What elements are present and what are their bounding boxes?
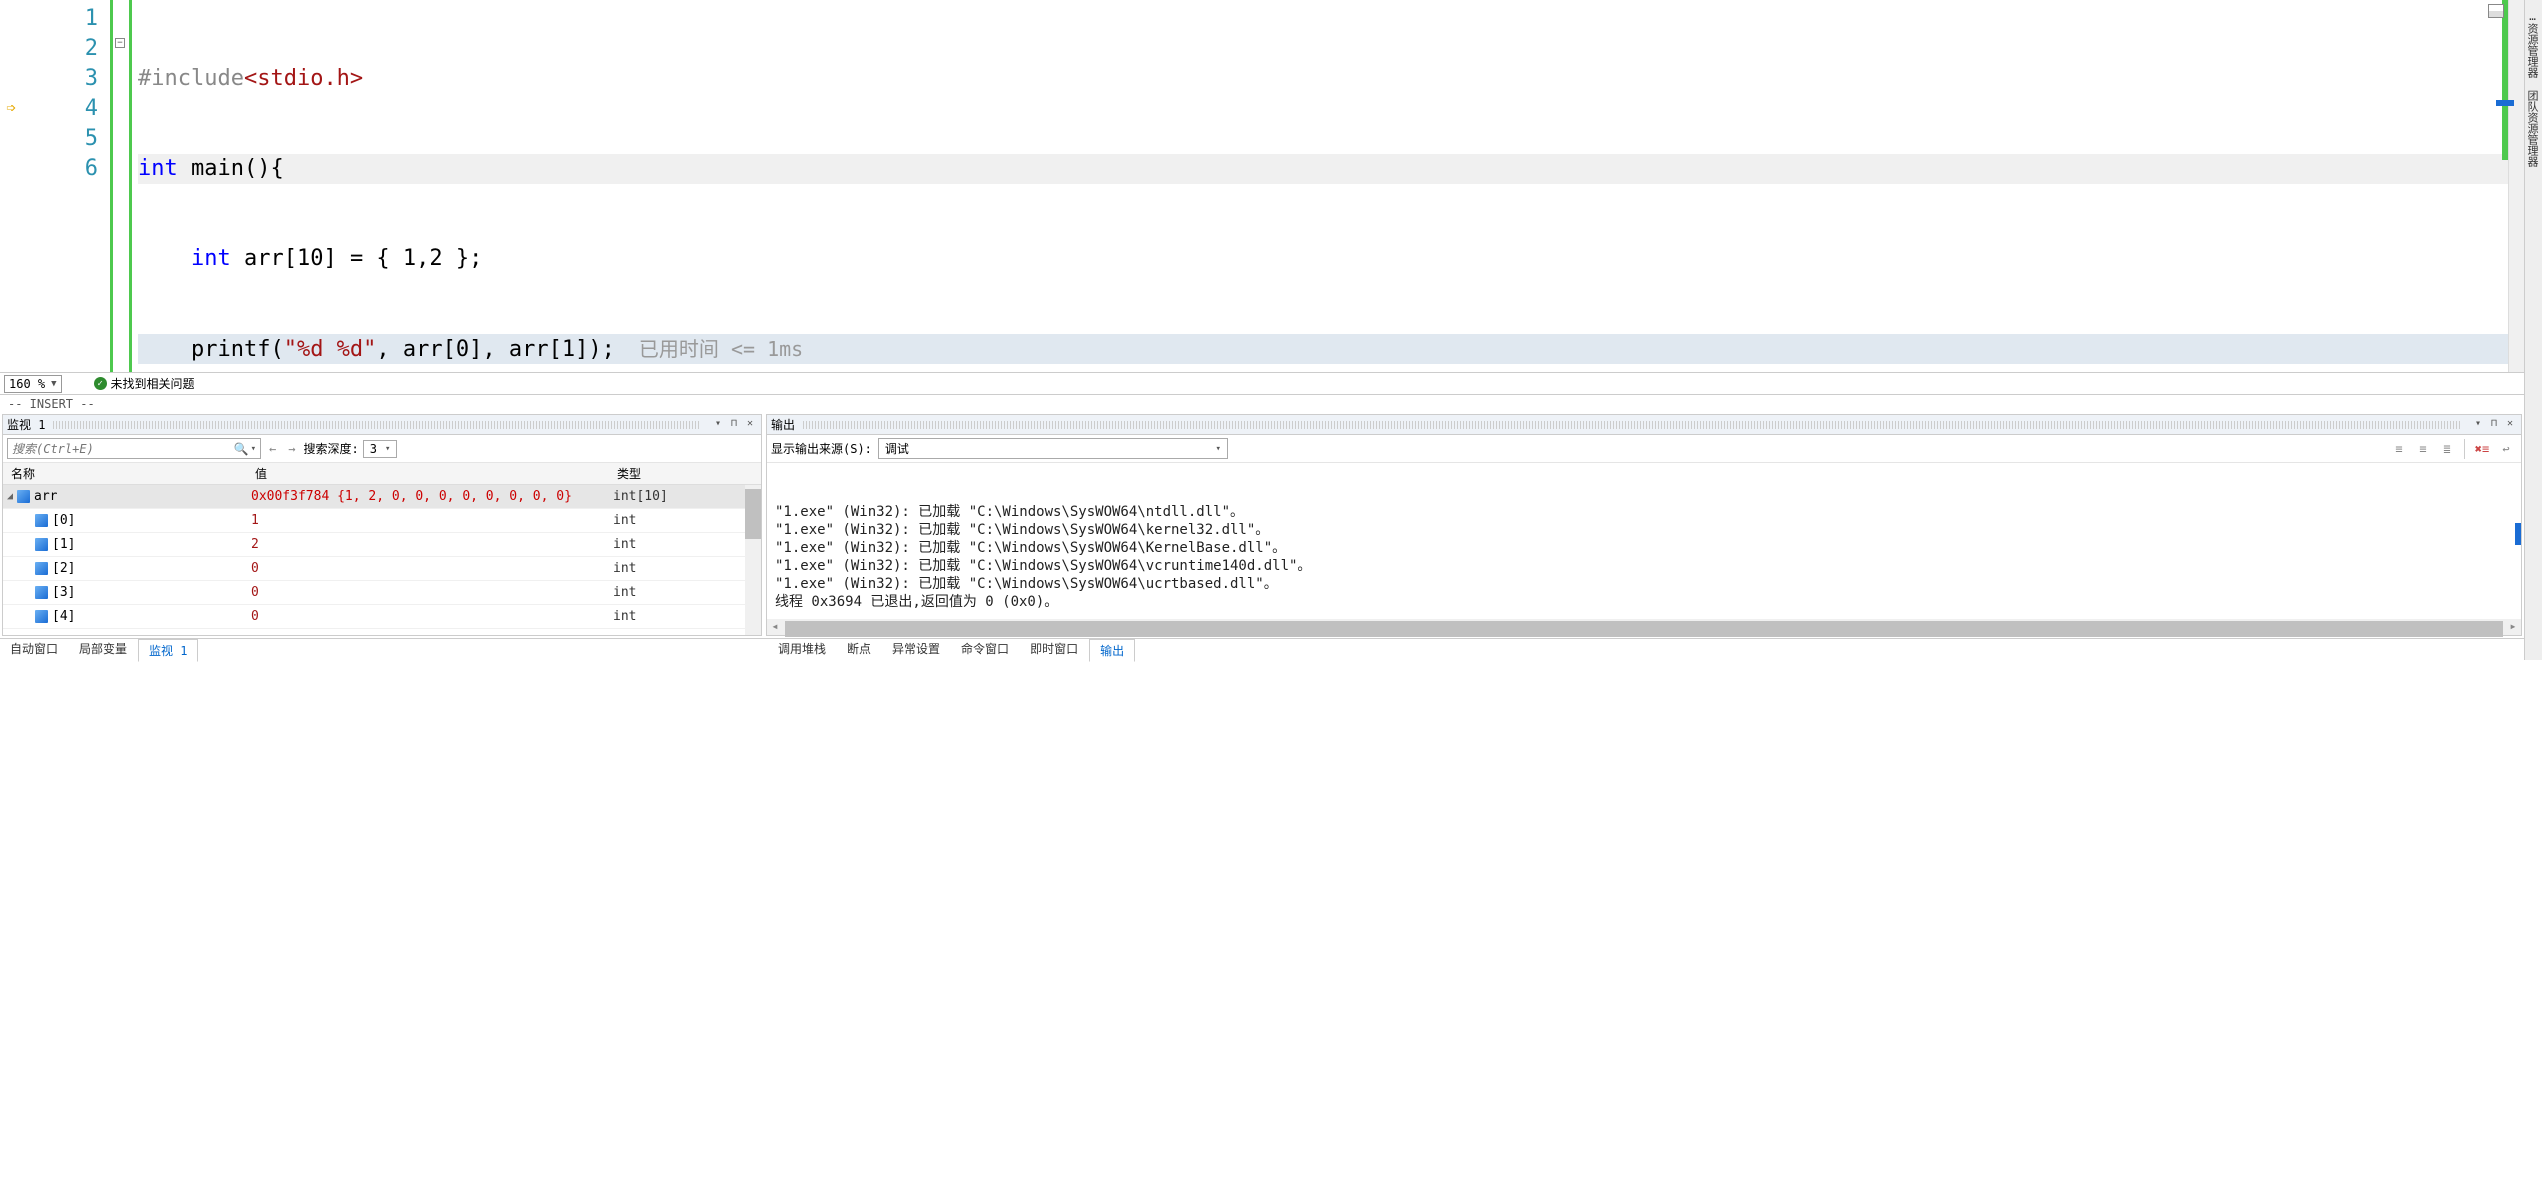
watch-row[interactable]: ◢arr0x00f3f784 {1, 2, 0, 0, 0, 0, 0, 0, … bbox=[3, 485, 761, 509]
dropdown-icon[interactable]: ▾ bbox=[711, 418, 725, 432]
indent-left-icon[interactable]: ≡ bbox=[2388, 439, 2410, 459]
chevron-down-icon[interactable]: ▾ bbox=[251, 444, 256, 454]
caret-indicator bbox=[2515, 523, 2521, 545]
variable-icon bbox=[35, 538, 48, 551]
chevron-down-icon[interactable]: ▼ bbox=[51, 379, 56, 389]
panel-grip[interactable] bbox=[803, 421, 2461, 429]
output-panel: 输出 ▾ ⊓ ✕ 显示输出来源(S): 调试▾ ≡ ≡ ≣ bbox=[766, 414, 2522, 636]
variable-icon bbox=[35, 514, 48, 527]
nav-fwd-icon[interactable]: → bbox=[284, 442, 299, 456]
close-icon[interactable]: ✕ bbox=[743, 418, 757, 432]
watch-grid[interactable]: ◢arr0x00f3f784 {1, 2, 0, 0, 0, 0, 0, 0, … bbox=[3, 485, 761, 635]
watch-row[interactable]: [4]0int bbox=[3, 605, 761, 629]
indent-right-icon[interactable]: ≡ bbox=[2412, 439, 2434, 459]
current-line-arrow-icon: ➩ bbox=[6, 99, 16, 119]
close-icon[interactable]: ✕ bbox=[2503, 418, 2517, 432]
tab-局部变量[interactable]: 局部变量 bbox=[69, 638, 138, 661]
tab-调用堆栈[interactable]: 调用堆栈 bbox=[768, 638, 837, 661]
nav-back-icon[interactable]: ← bbox=[265, 442, 280, 456]
editor-vscrollbar[interactable] bbox=[2508, 0, 2524, 372]
variable-icon bbox=[35, 586, 48, 599]
pin-icon[interactable]: ⊓ bbox=[2487, 418, 2501, 432]
output-source-label: 显示输出来源(S): bbox=[771, 440, 872, 457]
depth-selector[interactable]: 3▾ bbox=[363, 440, 398, 458]
watch-vscrollbar[interactable] bbox=[745, 485, 761, 635]
vim-mode-status: -- INSERT -- bbox=[0, 394, 2524, 412]
tab-输出[interactable]: 输出 bbox=[1089, 639, 1135, 662]
align-icon[interactable]: ≣ bbox=[2436, 439, 2458, 459]
problems-status: 未找到相关问题 bbox=[111, 375, 195, 392]
tab-即时窗口[interactable]: 即时窗口 bbox=[1020, 638, 1089, 661]
clear-icon[interactable]: ✖≡ bbox=[2471, 439, 2493, 459]
editor-statusbar: 160 %▼ ✓ 未找到相关问题 bbox=[0, 372, 2524, 394]
watch-row[interactable]: [1]2int bbox=[3, 533, 761, 557]
variable-icon bbox=[17, 490, 30, 503]
tab-自动窗口[interactable]: 自动窗口 bbox=[0, 638, 69, 661]
watch-search-input[interactable]: 🔍 ▾ bbox=[7, 438, 261, 459]
output-hscrollbar[interactable]: ◂ ▸ bbox=[767, 619, 2521, 635]
split-view-icon[interactable] bbox=[2488, 4, 2504, 18]
watch-row[interactable]: [3]0int bbox=[3, 581, 761, 605]
wrap-icon[interactable]: ↩ bbox=[2495, 439, 2517, 459]
bottom-tabstrip: 自动窗口局部变量监视 1 调用堆栈断点异常设置命令窗口即时窗口输出 bbox=[0, 638, 2524, 660]
check-icon: ✓ bbox=[94, 377, 107, 390]
team-explorer-tab[interactable]: 团队资源管理器 bbox=[2525, 84, 2542, 173]
watch-row[interactable]: [0]1int bbox=[3, 509, 761, 533]
fold-toggle-icon[interactable]: − bbox=[115, 38, 125, 48]
fold-gutter[interactable]: − bbox=[110, 0, 132, 372]
right-sidebar-tabs[interactable]: …资源管理器 团队资源管理器 bbox=[2524, 0, 2542, 660]
resource-explorer-tab[interactable]: …资源管理器 bbox=[2525, 4, 2542, 84]
change-indicator bbox=[2502, 0, 2508, 160]
tab-异常设置[interactable]: 异常设置 bbox=[882, 638, 951, 661]
code-editor[interactable]: ➩ 1 2 3 4 5 6 − #include<stdio.h> int ma… bbox=[0, 0, 2524, 372]
search-icon[interactable]: 🔍 bbox=[234, 442, 249, 456]
zoom-selector[interactable]: 160 %▼ bbox=[4, 375, 62, 393]
line-numbers: 1 2 3 4 5 6 bbox=[34, 0, 110, 372]
output-text[interactable]: "1.exe" (Win32): 已加载 "C:\Windows\SysWOW6… bbox=[767, 463, 2521, 619]
pin-icon[interactable]: ⊓ bbox=[727, 418, 741, 432]
watch-title: 监视 1 bbox=[7, 416, 45, 433]
output-title: 输出 bbox=[771, 416, 795, 433]
tab-命令窗口[interactable]: 命令窗口 bbox=[951, 638, 1020, 661]
output-source-select[interactable]: 调试▾ bbox=[878, 438, 1228, 459]
expand-icon[interactable]: ◢ bbox=[3, 491, 17, 502]
watch-panel: 监视 1 ▾ ⊓ ✕ 🔍 ▾ ← → 搜索深度: 3▾ bbox=[2, 414, 762, 636]
code-content[interactable]: #include<stdio.h> int main(){ int arr[10… bbox=[132, 0, 2508, 372]
panel-grip[interactable] bbox=[53, 421, 701, 429]
caret-indicator bbox=[2496, 100, 2514, 106]
watch-row[interactable]: [2]0int bbox=[3, 557, 761, 581]
dropdown-icon[interactable]: ▾ bbox=[2471, 418, 2485, 432]
variable-icon bbox=[35, 610, 48, 623]
tab-断点[interactable]: 断点 bbox=[837, 638, 882, 661]
tab-监视 1[interactable]: 监视 1 bbox=[138, 639, 198, 662]
depth-label: 搜索深度: bbox=[303, 440, 358, 457]
watch-columns: 名称 值 类型 bbox=[3, 463, 761, 485]
variable-icon bbox=[35, 562, 48, 575]
